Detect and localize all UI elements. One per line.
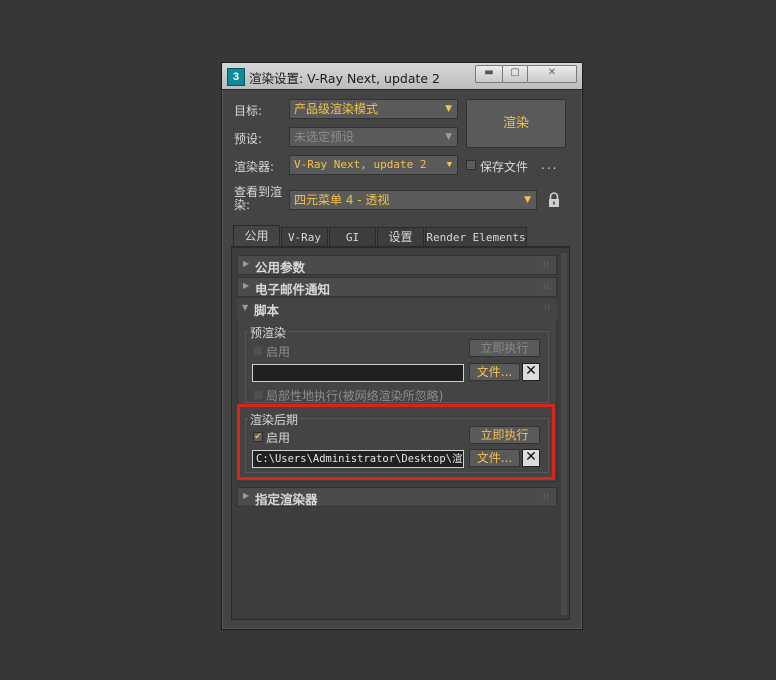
maximize-icon: ▢ xyxy=(510,67,520,78)
dropdown-arrow-icon: ▼ xyxy=(445,104,452,114)
close-button[interactable]: ✕ xyxy=(527,65,577,83)
target-dropdown-value: 产品级渲染模式 xyxy=(294,102,379,116)
highlight-box xyxy=(237,404,555,480)
dropdown-arrow-icon: ▼ xyxy=(524,195,531,205)
pre-render-enable-label: 启用 xyxy=(266,345,291,359)
clear-x-icon: ✕ xyxy=(525,363,537,379)
collapsed-triangle-icon: ▶ xyxy=(243,491,250,500)
collapsed-triangle-icon: ▶ xyxy=(243,281,250,290)
pre-render-path-field[interactable] xyxy=(252,364,464,382)
tab-common[interactable]: 公用 xyxy=(233,225,280,247)
grip-icon: ⁞⁞ xyxy=(542,282,550,291)
grip-icon: ⁞⁞ xyxy=(542,260,550,269)
browse-output-button[interactable]: ... xyxy=(541,158,558,172)
view-to-render-dropdown[interactable]: 四元菜单 4 - 透视 ▼ xyxy=(289,190,537,210)
renderer-dropdown-value: V-Ray Next, update 2 xyxy=(294,158,427,171)
renderer-label: 渲染器: xyxy=(234,160,275,174)
pre-render-title: 预渲染 xyxy=(248,324,289,341)
rollout-email-notification[interactable]: ▶ 电子邮件通知 ⁞⁞ xyxy=(237,277,557,297)
preset-dropdown[interactable]: 未选定预设 ▼ xyxy=(289,127,458,147)
rollout-scripts[interactable]: ▼ 脚本 ⁞⁞ xyxy=(237,299,557,319)
rollout-title: 公用参数 xyxy=(255,260,306,275)
pre-render-clear-button[interactable]: ✕ xyxy=(522,363,540,381)
3dsmax-app-icon: 3 xyxy=(227,68,245,86)
preset-label: 预设: xyxy=(234,132,263,146)
preset-dropdown-value: 未选定预设 xyxy=(294,130,355,144)
view-to-render-label: 查看到渲 染: xyxy=(234,185,283,212)
pre-render-enable-checkbox[interactable] xyxy=(253,346,263,356)
collapsed-triangle-icon: ▶ xyxy=(243,259,250,268)
pre-render-file-button[interactable]: 文件... xyxy=(469,363,520,381)
dropdown-arrow-icon: ▼ xyxy=(445,132,452,142)
save-file-label: 保存文件 xyxy=(480,160,529,174)
rollout-title: 指定渲染器 xyxy=(255,492,318,507)
tab-render-elements[interactable]: Render Elements xyxy=(425,227,527,247)
minimize-icon: ▬ xyxy=(484,67,494,78)
save-file-checkbox[interactable] xyxy=(466,160,476,170)
scrollbar[interactable] xyxy=(561,253,567,615)
rollout-title: 电子邮件通知 xyxy=(255,282,331,297)
grip-icon: ⁞⁞ xyxy=(542,492,550,501)
pre-render-execute-now-button[interactable]: 立即执行 xyxy=(469,339,540,357)
target-label: 目标: xyxy=(234,104,263,118)
rollout-assign-renderer[interactable]: ▶ 指定渲染器 ⁞⁞ xyxy=(237,487,557,507)
window-title: 渲染设置: V-Ray Next, update 2 xyxy=(249,71,440,86)
close-icon: ✕ xyxy=(547,67,557,78)
title-bar[interactable]: 3 渲染设置: V-Ray Next, update 2 ▬ ▢ ✕ xyxy=(222,63,582,90)
render-button[interactable]: 渲染 xyxy=(466,99,566,148)
expanded-triangle-icon: ▼ xyxy=(242,303,249,312)
minimize-button[interactable]: ▬ xyxy=(475,65,503,83)
local-exec-label: 局部性地执行(被网络渲染所忽略) xyxy=(266,389,444,403)
rollout-title: 脚本 xyxy=(254,303,280,318)
tab-settings[interactable]: 设置 xyxy=(377,227,424,247)
dropdown-arrow-icon: ▼ xyxy=(446,160,452,170)
lock-icon[interactable] xyxy=(547,192,561,208)
target-dropdown[interactable]: 产品级渲染模式 ▼ xyxy=(289,99,458,119)
tab-vray[interactable]: V-Ray xyxy=(281,227,328,247)
rollout-common-params[interactable]: ▶ 公用参数 ⁞⁞ xyxy=(237,255,557,275)
view-dropdown-value: 四元菜单 4 - 透视 xyxy=(294,193,390,207)
maximize-button[interactable]: ▢ xyxy=(502,65,528,83)
renderer-dropdown[interactable]: V-Ray Next, update 2 ▼ xyxy=(289,155,458,175)
tab-gi[interactable]: GI xyxy=(329,227,376,247)
local-exec-checkbox[interactable] xyxy=(253,390,263,400)
grip-icon: ⁞⁞ xyxy=(543,303,551,312)
